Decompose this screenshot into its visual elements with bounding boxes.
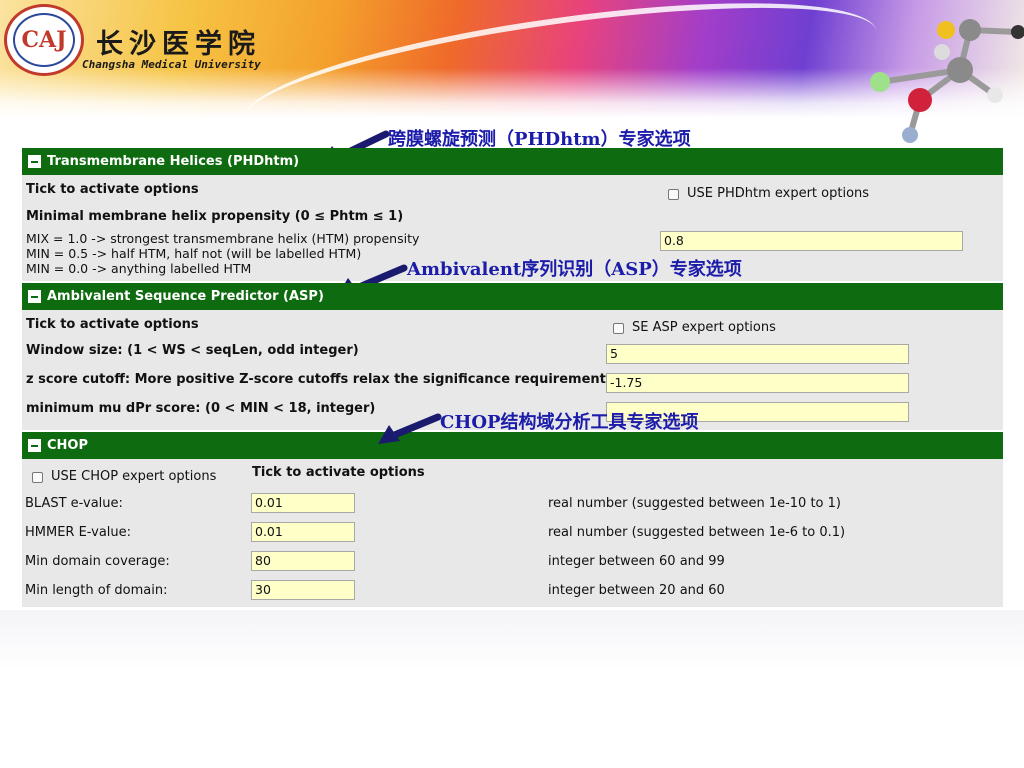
university-name-en: Changsha Medical University: [82, 58, 261, 71]
collapse-icon[interactable]: [28, 290, 41, 303]
chop-blast-input[interactable]: 0.01: [251, 493, 355, 513]
asp-checkbox-label: SE ASP expert options: [632, 320, 776, 335]
chop-title: CHOP: [47, 438, 88, 453]
chop-length-label: Min length of domain:: [25, 583, 168, 598]
chop-header[interactable]: CHOP: [22, 432, 1003, 459]
asp-title: Ambivalent Sequence Predictor (ASP): [47, 289, 324, 304]
chop-tick-label: Tick to activate options: [252, 465, 425, 480]
chop-length-hint: integer between 20 and 60: [548, 583, 725, 598]
chop-coverage-label: Min domain coverage:: [25, 554, 170, 569]
asp-annotation: Ambivalent序列识别（ASP）专家选项: [407, 259, 742, 280]
chop-annotation: CHOP结构域分析工具专家选项: [440, 412, 699, 433]
asp-zscore-input[interactable]: -1.75: [606, 373, 909, 393]
asp-header[interactable]: Ambivalent Sequence Predictor (ASP): [22, 283, 1003, 310]
molecule-graphic: [870, 19, 1024, 143]
chop-length-input[interactable]: 30: [251, 580, 355, 600]
phdhtm-desc-line-3: MIN = 0.0 -> anything labelled HTM: [26, 261, 252, 276]
phdhtm-desc-line-1: MIX = 1.0 -> strongest transmembrane hel…: [26, 231, 420, 246]
phdhtm-title: Transmembrane Helices (PHDhtm): [47, 154, 300, 169]
chop-hmmer-input[interactable]: 0.01: [251, 522, 355, 542]
university-logo: CAJ: [4, 4, 84, 76]
logo-text: CAJ: [13, 13, 75, 67]
university-name-cn: 长沙医学院: [96, 29, 261, 60]
chop-hmmer-label: HMMER E-value:: [25, 525, 132, 540]
chop-coverage-hint: integer between 60 and 99: [548, 554, 725, 569]
chop-blast-label: BLAST e-value:: [25, 496, 123, 511]
chop-checkbox-label: USE CHOP expert options: [51, 469, 217, 484]
asp-expert-checkbox[interactable]: [613, 323, 624, 334]
phdhtm-propensity-label: Minimal membrane helix propensity (0 ≤ P…: [26, 209, 404, 224]
asp-window-label: Window size: (1 < WS < seqLen, odd integ…: [26, 343, 359, 358]
chop-hmmer-hint: real number (suggested between 1e-6 to 0…: [548, 525, 846, 540]
phdhtm-header[interactable]: Transmembrane Helices (PHDhtm): [22, 148, 1003, 175]
asp-mindpr-label: minimum mu dPr score: (0 < MIN < 18, int…: [26, 401, 376, 416]
phdhtm-tick-label: Tick to activate options: [26, 182, 199, 197]
chop-coverage-input[interactable]: 80: [251, 551, 355, 571]
chop-blast-hint: real number (suggested between 1e-10 to …: [548, 496, 841, 511]
chop-expert-checkbox[interactable]: [32, 472, 43, 483]
phdhtm-desc-line-2: MIN = 0.5 -> half HTM, half not (will be…: [26, 246, 362, 261]
collapse-icon[interactable]: [28, 439, 41, 452]
phdhtm-expert-checkbox[interactable]: [668, 189, 679, 200]
asp-tick-label: Tick to activate options: [26, 317, 199, 332]
asp-zscore-label: z score cutoff: More positive Z-score cu…: [26, 372, 606, 387]
asp-window-input[interactable]: 5: [606, 344, 909, 364]
phdhtm-propensity-input[interactable]: 0.8: [660, 231, 963, 251]
collapse-icon[interactable]: [28, 155, 41, 168]
chop-arrow-icon: [378, 413, 442, 444]
phdhtm-checkbox-label: USE PHDhtm expert options: [687, 186, 870, 201]
bottom-fade: [0, 610, 1024, 670]
